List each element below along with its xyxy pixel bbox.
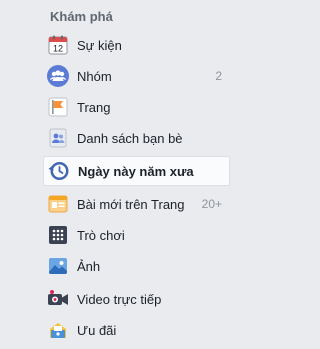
calendar-icon: 12 — [47, 34, 69, 56]
games-icon — [47, 224, 69, 246]
sidebar-item-label: Ngày này năm xưa — [78, 163, 194, 179]
sidebar-item-label: Danh sách bạn bè — [77, 130, 183, 146]
groups-icon — [47, 65, 69, 87]
sidebar-item-label: Nhóm — [77, 68, 112, 84]
photos-icon — [47, 255, 69, 277]
flag-icon — [47, 96, 69, 118]
sidebar-item-pages-feed[interactable]: Bài mới trên Trang 20+ — [43, 189, 230, 219]
sidebar-item-groups[interactable]: Nhóm 2 — [43, 61, 230, 91]
groups-count-badge: 2 — [215, 69, 222, 83]
sidebar-item-pages[interactable]: Trang — [43, 92, 230, 122]
sidebar-item-live-video[interactable]: Video trực tiếp — [43, 284, 230, 314]
sidebar-item-friend-lists[interactable]: Danh sách bạn bè — [43, 123, 230, 153]
sidebar-item-label: Trang — [77, 99, 111, 115]
live-video-icon — [47, 288, 69, 310]
pages-feed-icon — [47, 193, 69, 215]
sidebar-item-events[interactable]: 12 Sự kiện — [43, 30, 230, 60]
friends-list-icon — [47, 127, 69, 149]
sidebar-item-label: Ảnh — [77, 258, 101, 274]
pages-feed-count-badge: 20+ — [201, 197, 222, 211]
sidebar-item-label: Trò chơi — [77, 227, 125, 243]
offers-icon — [47, 319, 69, 341]
sidebar-item-label: Bài mới trên Trang — [77, 196, 185, 212]
sidebar-item-label: Video trực tiếp — [77, 291, 162, 307]
sidebar-item-offers[interactable]: Ưu đãi — [43, 315, 230, 345]
sidebar-item-label: Ưu đãi — [77, 322, 117, 338]
calendar-day: 12 — [53, 44, 63, 54]
sidebar-item-games[interactable]: Trò chơi — [43, 220, 230, 250]
sidebar-item-label: Sự kiện — [77, 37, 122, 53]
sidebar-item-photos[interactable]: Ảnh — [43, 251, 230, 281]
sidebar-item-memories[interactable]: Ngày này năm xưa — [43, 156, 230, 186]
explore-sidebar: Khám phá 12 Sự kiện Nhóm 2 Trang Danh sá… — [0, 0, 244, 349]
memories-clock-icon — [48, 160, 70, 182]
section-title: Khám phá — [50, 9, 113, 24]
